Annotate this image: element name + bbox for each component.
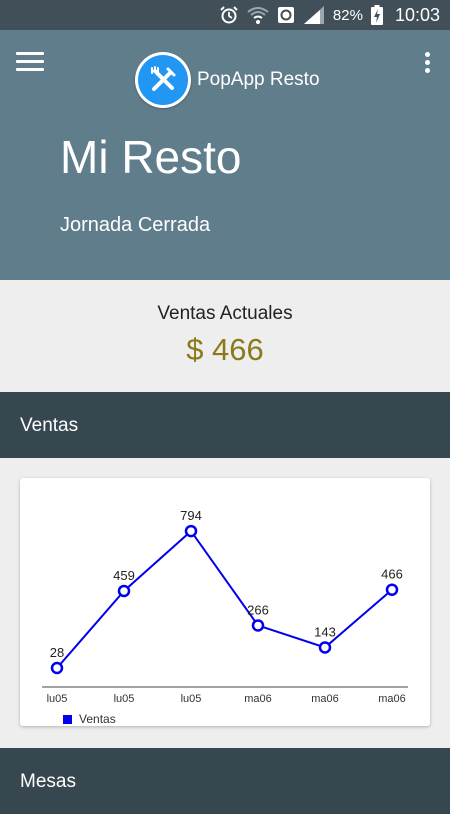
- x-tick-label: ma06: [378, 693, 406, 705]
- data-point: [251, 619, 265, 632]
- battery-icon: [370, 5, 383, 25]
- data-label: 459: [113, 568, 135, 583]
- data-point: [50, 661, 64, 675]
- section-ventas-label: Ventas: [20, 415, 79, 436]
- battery-percent: 82%: [332, 6, 363, 24]
- legend-label: Ventas: [79, 712, 116, 726]
- data-point: [117, 584, 131, 598]
- status-bar: 82% 10:03: [0, 0, 450, 30]
- data-label: 266: [247, 602, 269, 617]
- sales-line-chart: 28 459 794 266 143 466 lu05 lu05 lu05 ma06 ma06 ma0…: [42, 508, 408, 705]
- section-mesas-label: Mesas: [20, 771, 76, 792]
- data-label: 143: [314, 624, 336, 639]
- chart-legend: Ventas: [63, 712, 116, 726]
- x-tick-label: lu05: [114, 693, 135, 705]
- app-brand: PopApp Resto: [135, 52, 320, 108]
- current-sales-amount: $ 466: [186, 332, 264, 367]
- x-tick-label: lu05: [181, 693, 202, 705]
- legend-swatch: [63, 714, 72, 724]
- series-line-ventas: [56, 529, 393, 669]
- wifi-icon: [247, 7, 269, 24]
- alarm-icon: [220, 6, 238, 24]
- status-icons: 82% 10:03: [219, 0, 440, 30]
- data-label: 466: [381, 567, 403, 582]
- x-tick-label: ma06: [244, 693, 272, 705]
- data-point: [184, 524, 198, 538]
- current-sales-label: Ventas Actuales: [157, 303, 293, 324]
- data-point: [385, 583, 399, 596]
- restaurant-title: Mi Resto: [60, 131, 242, 183]
- current-sales-panel: Ventas Actuales $ 466: [0, 280, 450, 392]
- clock-time: 10:03: [394, 4, 440, 25]
- data-label: 28: [50, 645, 64, 660]
- data-label: 794: [180, 508, 202, 523]
- sync-icon: [277, 7, 294, 23]
- section-mesas[interactable]: Mesas: [0, 748, 450, 814]
- app-logo: [135, 52, 191, 108]
- x-tick-label: lu05: [47, 693, 68, 705]
- fork-knife-icon: [151, 66, 176, 91]
- menu-button[interactable]: [16, 52, 44, 76]
- section-ventas[interactable]: Ventas: [0, 392, 450, 458]
- shift-status: Jornada Cerrada: [60, 214, 211, 236]
- data-point: [318, 641, 332, 654]
- sales-chart-card: 28 459 794 266 143 466 lu05 lu05 lu05 ma06 ma06 ma0…: [20, 478, 430, 726]
- app-name: PopApp Resto: [197, 69, 320, 90]
- x-tick-label: ma06: [311, 693, 339, 705]
- signal-icon: [303, 6, 324, 24]
- more-options-button[interactable]: [422, 52, 432, 78]
- app-header: PopApp Resto Mi Resto Jornada Cerrada: [0, 30, 450, 280]
